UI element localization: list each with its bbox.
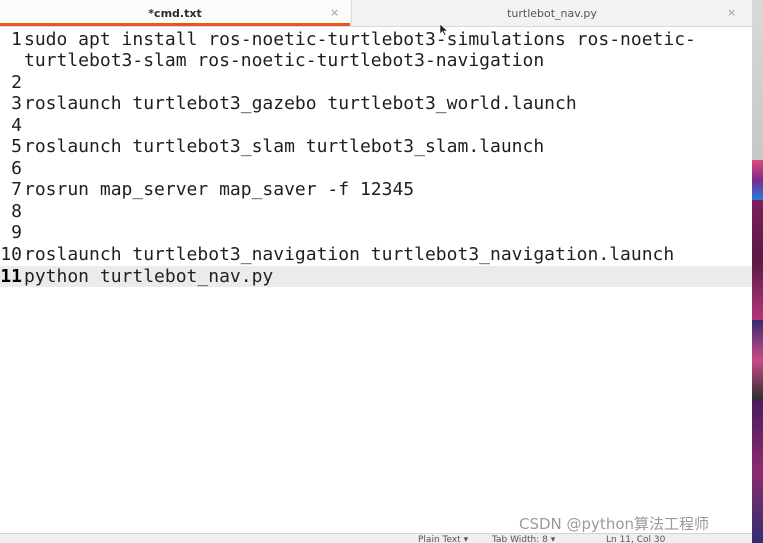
code-line-wrapped[interactable]: turtlebot3-slam ros-noetic-turtlebot3-na… [24, 50, 544, 71]
code-line[interactable]: roslaunch turtlebot3_gazebo turtlebot3_w… [24, 93, 577, 114]
tab-title: *cmd.txt [148, 7, 202, 20]
line-number: 3 [11, 93, 22, 114]
tab-cmd-txt[interactable]: *cmd.txt × [0, 0, 350, 26]
line-number: 1 [11, 29, 22, 50]
line-number: 10 [0, 244, 22, 265]
line-number: 4 [11, 115, 22, 136]
desktop-edge-strip [752, 200, 763, 320]
line-number: 6 [11, 158, 22, 179]
cursor-position: Ln 11, Col 30 [606, 535, 666, 543]
code-line[interactable]: roslaunch turtlebot3_navigation turtlebo… [24, 244, 674, 265]
watermark-text: CSDN @python算法工程师 [519, 515, 710, 533]
language-selector[interactable]: Plain Text ▾ [418, 535, 468, 543]
code-line[interactable]: sudo apt install ros-noetic-turtlebot3-s… [24, 29, 696, 50]
desktop-edge-strip [752, 0, 763, 160]
desktop-edge-strip [752, 160, 763, 200]
line-number: 2 [11, 72, 22, 93]
code-line-current[interactable]: python turtlebot_nav.py [24, 266, 273, 287]
status-bar: Plain Text ▾ Tab Width: 8 ▾ Ln 11, Col 3… [0, 533, 752, 543]
close-icon[interactable]: × [330, 6, 339, 19]
line-number-current: 11 [0, 266, 22, 287]
tab-bar: *cmd.txt × turtlebot_nav.py × [0, 0, 752, 27]
text-editor-window: *cmd.txt × turtlebot_nav.py × 1 2 3 4 5 … [0, 0, 752, 543]
close-icon[interactable]: × [727, 6, 736, 19]
line-number: 9 [11, 222, 22, 243]
tab-title: turtlebot_nav.py [507, 7, 597, 20]
line-number: 8 [11, 201, 22, 222]
desktop-edge-strip [752, 320, 763, 400]
line-number: 7 [11, 179, 22, 200]
code-line[interactable]: roslaunch turtlebot3_slam turtlebot3_sla… [24, 136, 544, 157]
code-line[interactable]: rosrun map_server map_saver -f 12345 [24, 179, 414, 200]
tab-width-selector[interactable]: Tab Width: 8 ▾ [492, 535, 555, 543]
tab-turtlebot-nav-py[interactable]: turtlebot_nav.py × [351, 0, 752, 26]
desktop-edge-strip [752, 400, 763, 543]
line-number: 5 [11, 136, 22, 157]
